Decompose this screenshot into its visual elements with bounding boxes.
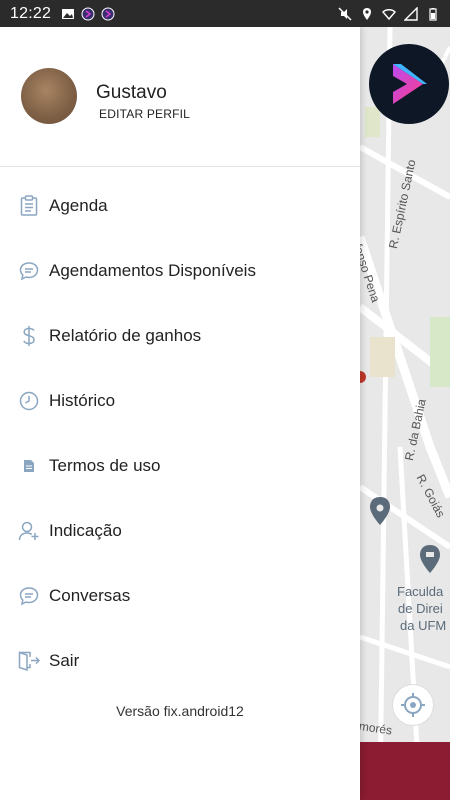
status-bar: 12:22 <box>0 0 450 27</box>
edit-profile-link[interactable]: EDITAR PERFIL <box>99 107 190 121</box>
menu-item-label: Conversas <box>49 586 131 605</box>
mute-icon <box>338 6 352 21</box>
my-location-button[interactable] <box>392 684 434 726</box>
menu-item-label: Histórico <box>49 391 116 410</box>
avatar[interactable] <box>21 68 77 124</box>
wifi-icon <box>382 8 396 20</box>
app-notification-icon <box>101 7 115 20</box>
menu-item-label: Sair <box>49 651 80 670</box>
gallery-icon <box>62 8 75 19</box>
map-place-label: da UFM <box>400 618 447 633</box>
app-version: Versão fix.android12 <box>116 703 244 719</box>
user-name: Gustavo <box>96 82 167 103</box>
document-icon <box>18 455 40 477</box>
chevron-right-logo-icon <box>393 64 427 104</box>
chat-bubble-icon <box>18 585 40 607</box>
map-roads <box>360 27 450 800</box>
menu-item-label: Agenda <box>49 196 108 215</box>
bottom-action-bar[interactable] <box>360 742 450 800</box>
signal-icon <box>404 6 418 21</box>
menu-item-conversas[interactable]: Conversas <box>0 571 360 621</box>
menu-item-agendamentos[interactable]: Agendamentos Disponíveis <box>0 246 360 296</box>
clipboard-icon <box>18 195 40 217</box>
menu-item-sair[interactable]: Sair <box>0 636 360 686</box>
menu-item-label: Indicação <box>49 521 122 540</box>
dollar-icon <box>18 325 40 347</box>
add-user-icon <box>18 520 40 542</box>
profile-header[interactable]: Gustavo EDITAR PERFIL <box>0 27 360 167</box>
clock-icon <box>18 390 40 412</box>
menu-item-termos[interactable]: Termos de uso <box>0 441 360 491</box>
status-time: 12:22 <box>10 4 52 22</box>
menu-item-label: Agendamentos Disponíveis <box>49 261 256 280</box>
menu-item-historico[interactable]: Histórico <box>0 376 360 426</box>
crosshair-icon <box>401 693 425 717</box>
map-view[interactable]: R. Espírito Santo fonso Pena R. da Bahia… <box>360 27 450 800</box>
battery-icon <box>429 7 437 21</box>
menu-item-agenda[interactable]: Agenda <box>0 181 360 231</box>
map-place-label: de Direi <box>398 601 443 616</box>
menu-item-relatorio[interactable]: Relatório de ganhos <box>0 311 360 361</box>
app-logo <box>369 44 449 124</box>
location-icon <box>363 7 371 20</box>
chat-bubble-icon <box>18 260 40 282</box>
menu-item-label: Termos de uso <box>49 456 161 475</box>
map-place-label: Faculda <box>397 584 444 599</box>
menu-item-label: Relatório de ganhos <box>49 326 202 345</box>
logout-icon <box>18 650 40 672</box>
navigation-drawer: Gustavo EDITAR PERFIL Agenda Agendamento… <box>0 27 360 800</box>
menu-item-indicacao[interactable]: Indicação <box>0 506 360 556</box>
app-notification-icon <box>81 7 95 20</box>
